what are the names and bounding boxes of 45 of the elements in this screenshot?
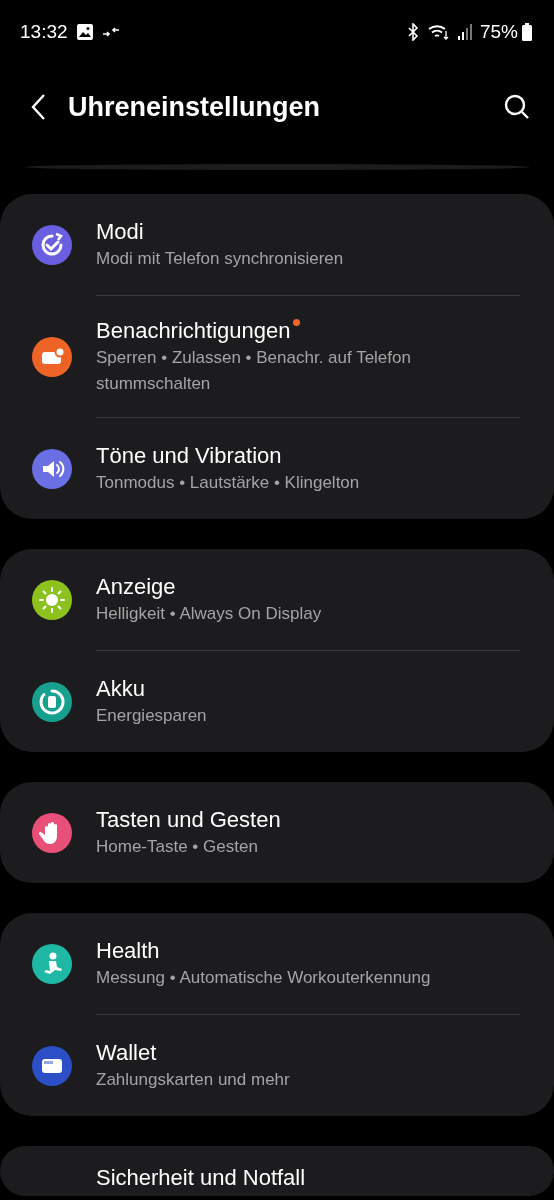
data-transfer-icon [101, 26, 120, 38]
item-subtitle: Zahlungskarten und mehr [96, 1068, 291, 1091]
notification-icon [32, 336, 72, 377]
figure-icon [32, 943, 72, 984]
bluetooth-icon [405, 23, 420, 41]
item-title: Akku [96, 674, 145, 703]
item-title: Benachrichtigungen [96, 317, 291, 345]
item-subtitle: Sperren • Zulassen • Benachr. auf Telefon stummschalten [96, 347, 412, 395]
search-button[interactable] [504, 94, 530, 120]
signal-icon [457, 24, 472, 40]
item-subtitle: Energiesparen [96, 704, 208, 727]
item-title: Sicherheit und Notfall [96, 1164, 306, 1192]
check-circle-icon [32, 224, 72, 265]
image-icon [75, 23, 94, 41]
item-subtitle: Helligkeit • Always On Display [96, 602, 323, 625]
item-title: Anzeige [96, 572, 176, 601]
speaker-icon [32, 448, 72, 489]
battery-icon [522, 23, 532, 41]
item-subtitle: Home-Taste • Gesten [96, 835, 259, 858]
hand-icon [32, 812, 72, 853]
page-title: Uhreneinstellungen [68, 90, 322, 124]
wifi-icon [427, 23, 450, 41]
item-title: Health [96, 936, 160, 965]
card-icon [32, 1045, 72, 1086]
item-title: Töne und Vibration [96, 441, 282, 470]
sun-icon [32, 579, 72, 620]
clock: 13:32 [20, 19, 68, 44]
settings-item[interactable]: Benachrichtigungen Sperren • Zulassen • Benachr. auf Telefon stummschalten [0, 296, 554, 417]
settings-item[interactable]: Akku Energiesparen [0, 651, 554, 752]
settings-item[interactable]: Wallet Zahlungskarten und mehr [0, 1015, 554, 1116]
battery-percentage: 75% [479, 19, 518, 44]
battery-icon [32, 681, 72, 722]
item-title: Wallet [96, 1038, 157, 1067]
settings-item[interactable]: Sicherheit und Notfall [0, 1146, 554, 1196]
settings-item[interactable]: Anzeige Helligkeit • Always On Display [0, 549, 554, 650]
item-subtitle: Messung • Automatische Workouterkennung [96, 966, 432, 989]
item-title: Modi [96, 217, 144, 246]
item-subtitle: Tonmodus • Lautstärke • Klingelton [96, 471, 361, 494]
item-subtitle: Modi mit Telefon synchronisieren [96, 247, 345, 270]
back-button[interactable] [30, 93, 46, 121]
item-title: Tasten und Gesten [96, 805, 281, 834]
settings-item[interactable]: Modi Modi mit Telefon synchronisieren [0, 194, 554, 295]
settings-item[interactable]: Health Messung • Automatische Workouterkennung [0, 913, 554, 1014]
settings-item[interactable]: Töne und Vibration Tonmodus • Lautstärke • Klingelton [0, 418, 554, 519]
settings-item[interactable]: Tasten und Gesten Home-Taste • Gesten [0, 782, 554, 883]
